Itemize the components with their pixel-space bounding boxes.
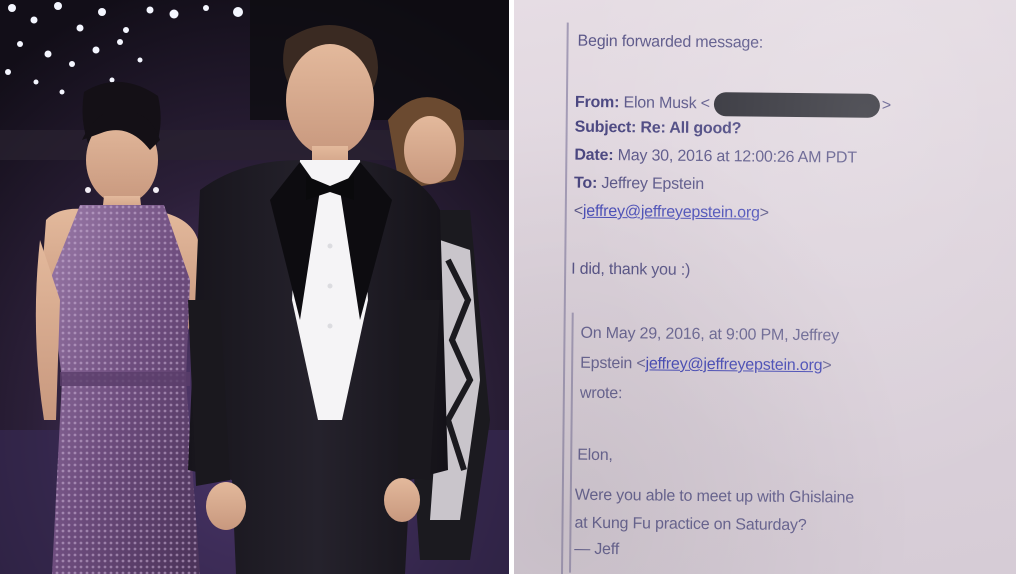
quote-bar-inner [569,312,574,573]
to-email-open: < [573,202,584,220]
to-label: To: [573,174,598,192]
quoted-header-line-1: On May 29, 2016, at 9:00 PM, Jeffrey [580,324,840,345]
quoted-body-line-2: at Kung Fu practice on Saturday? [574,514,807,535]
redacted-email-block [713,92,880,118]
quoted-header-epstein: Epstein < [580,354,646,373]
from-label: From: [574,93,620,112]
to-email-close: > [759,204,769,222]
subject-label: Subject: [574,118,637,137]
quoted-header-line-3: wrote: [579,384,623,403]
date-label: Date: [574,146,614,165]
from-value: Elon Musk < [623,94,710,113]
quoted-greeting: Elon, [577,446,613,465]
forward-header: Begin forwarded message: [577,32,764,52]
date-value: May 30, 2016 at 12:00:26 AM PDT [617,147,857,167]
from-close: > [881,97,892,115]
reply-body: I did, thank you :) [571,260,691,279]
quoted-header-line-2: Epstein <jeffrey@jeffreyepstein.org> [580,355,831,376]
to-email-link[interactable]: jeffrey@jeffreyepstein.org [583,203,760,222]
quoted-email-link[interactable]: jeffrey@jeffreyepstein.org [645,355,822,374]
to-line: To: Jeffrey Epstein [574,175,704,194]
printed-email-photo: Begin forwarded message: From: Elon Musk… [514,0,1016,574]
quoted-header-close: > [822,357,832,375]
from-line: From: Elon Musk < > [575,91,891,118]
event-photo [0,0,509,574]
to-email-line: <jeffrey@jeffreyepstein.org> [574,203,769,223]
email-printout: Begin forwarded message: From: Elon Musk… [514,0,1016,574]
subject-value: Re: All good? [640,119,742,138]
quoted-signoff: — Jeff [574,540,620,559]
subject-line: Subject: Re: All good? [575,119,742,139]
quoted-body-line-1: Were you able to meet up with Ghislaine [574,486,855,507]
quote-bar-outer [560,22,569,574]
event-photo-illustration [0,0,509,574]
to-value: Jeffrey Epstein [601,174,705,193]
date-line: Date: May 30, 2016 at 12:00:26 AM PDT [574,147,857,168]
